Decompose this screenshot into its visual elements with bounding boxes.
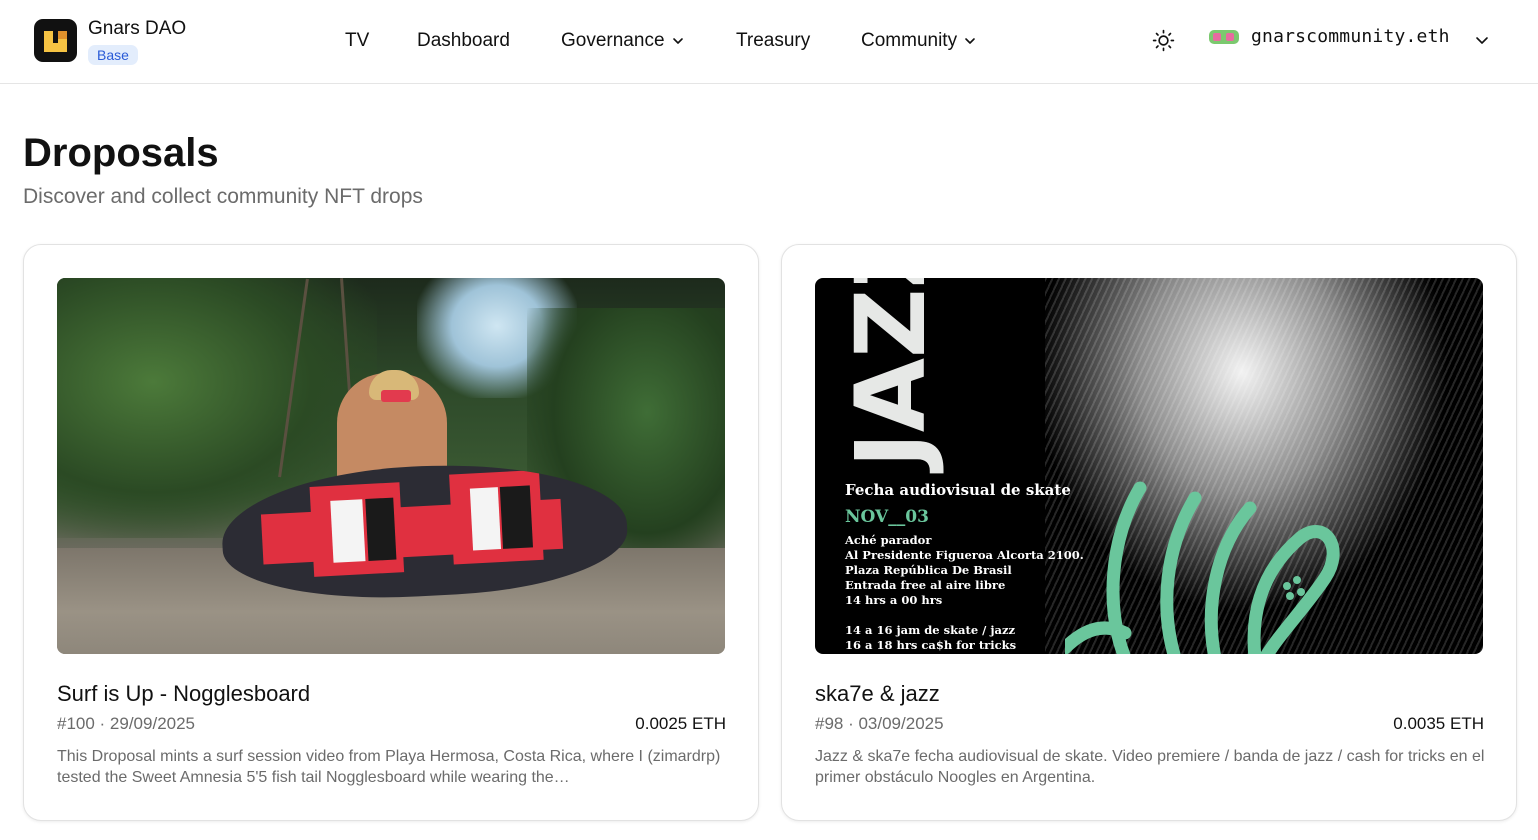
poster-heading: Fecha audiovisual de skate: [845, 481, 1071, 499]
chevron-down-icon: [965, 38, 975, 44]
droposal-meta: #98 · 03/09/2025: [815, 714, 944, 733]
poster-line: Al Presidente Figueroa Alcorta 2100.: [845, 548, 1084, 562]
nav-item-label: Community: [861, 30, 958, 51]
droposal-media[interactable]: [57, 278, 725, 654]
page-title: Droposals: [23, 131, 219, 175]
nav-item-tv[interactable]: TV: [345, 29, 369, 53]
noggles-glasses-icon: [381, 390, 411, 402]
page-subtitle: Discover and collect community NFT drops: [23, 185, 423, 208]
poster-schedule-line: 14 a 16 jam de skate / jazz: [845, 623, 1016, 637]
account-name: gnarscommunity.eth: [1251, 26, 1450, 47]
sun-icon[interactable]: [1151, 28, 1176, 53]
droposal-card[interactable]: Surf is Up - Nogglesboard #100 · 29/09/2…: [23, 244, 759, 821]
skateboard-noggles-illustration: [1065, 481, 1340, 654]
account-button[interactable]: gnarscommunity.eth: [1209, 26, 1450, 47]
brand-name: Gnars DAO: [88, 18, 187, 39]
nav-item-label: Dashboard: [417, 30, 510, 51]
droposal-title[interactable]: Surf is Up - Nogglesboard: [57, 681, 310, 707]
droposal-price: 0.0025 ETH: [635, 714, 726, 733]
noggles-avatar-icon: [1209, 29, 1239, 44]
droposal-title[interactable]: ska7e & jazz: [815, 681, 940, 707]
droposal-description: This Droposal mints a surf session video…: [57, 748, 721, 786]
droposal-description: Jazz & ska7e fecha audiovisual de skate.…: [815, 748, 1485, 786]
nav-item-governance[interactable]: Governance: [561, 29, 684, 53]
poster-line: 14 hrs a 00 hrs: [845, 593, 943, 607]
nav-item-label: TV: [345, 30, 370, 51]
gnars-logo-icon: [34, 19, 77, 62]
poster-line: Entrada free al aire libre: [845, 578, 1006, 592]
poster-date: NOV__03: [845, 507, 929, 527]
nav-item-community[interactable]: Community: [861, 29, 976, 53]
nav-item-label: Treasury: [736, 30, 811, 51]
poster-big-word: JAZZ: [835, 278, 947, 468]
droposal-media[interactable]: JAZZ Fecha audiovisual de skate NOV__03 …: [815, 278, 1483, 654]
chevron-down-icon: [672, 38, 683, 44]
brand[interactable]: Gnars DAO Base: [34, 19, 186, 65]
nav-item-treasury[interactable]: Treasury: [736, 29, 810, 53]
chevron-down-icon[interactable]: [1474, 34, 1490, 46]
nav-item-label: Governance: [561, 30, 665, 51]
droposal-meta: #100 · 29/09/2025: [57, 714, 196, 733]
chain-badge: Base: [88, 45, 138, 65]
droposal-price: 0.0035 ETH: [1393, 714, 1484, 733]
top-nav-bar: Gnars DAO Base TV Dashboard Governance T…: [0, 0, 1538, 84]
poster-line: Plaza República De Brasil: [845, 563, 1012, 577]
droposal-card[interactable]: JAZZ Fecha audiovisual de skate NOV__03 …: [781, 244, 1517, 821]
nav-item-dashboard[interactable]: Dashboard: [417, 29, 510, 53]
poster-text: Fecha audiovisual de skate NOV__03 Aché …: [845, 481, 1084, 653]
poster-line: Aché parador: [845, 533, 932, 547]
poster-schedule-line: 16 a 18 hrs ca$h for tricks: [845, 638, 1017, 652]
